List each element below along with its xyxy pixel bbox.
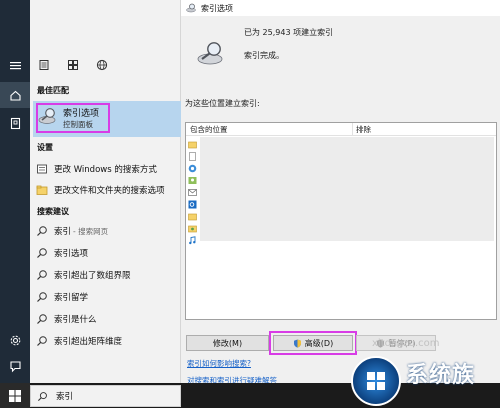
table-row[interactable]	[188, 235, 206, 246]
settings-item-folder-options[interactable]: 更改文件和文件夹的搜索选项	[36, 181, 181, 199]
indexing-options-icon	[38, 108, 56, 124]
suggestion-item[interactable]: 索引选项	[36, 244, 181, 262]
indexing-status-icon	[197, 42, 223, 65]
taskbar-search-box[interactable]	[30, 385, 181, 407]
start-button[interactable]	[0, 383, 30, 408]
search-icon	[37, 314, 47, 324]
suggestion-label: 索引是什么	[54, 315, 97, 325]
search-results-panel: 最佳匹配 索引选项 控制面板 设置 更改 Windows 的搜索方式 更改文件和…	[30, 0, 181, 383]
table-header: 包含的位置 排除	[186, 123, 496, 136]
document-icon[interactable]	[38, 59, 50, 71]
advanced-highlight-frame	[269, 331, 357, 355]
suggestion-item[interactable]: 索引超出了数组界限	[36, 266, 181, 284]
suggestion-item[interactable]: 索引 - 搜索网页	[36, 222, 181, 240]
suggestion-label: 索引超出矩阵维度	[54, 337, 123, 347]
search-suggestions-heading: 搜索建议	[37, 207, 69, 216]
search-icon	[37, 292, 47, 302]
suggestion-label: 索引选项	[54, 249, 89, 259]
browser-icon	[188, 164, 197, 173]
pictures-folder-icon	[188, 225, 197, 233]
column-divider	[352, 123, 353, 136]
modify-button-label: 修改(M)	[212, 338, 243, 348]
user-folder-icon	[188, 177, 197, 184]
hamburger-icon	[9, 61, 21, 69]
column-included[interactable]: 包含的位置	[190, 124, 228, 135]
search-icon	[37, 391, 47, 401]
suggestion-suffix: - 搜索网页	[73, 226, 109, 236]
gear-icon	[10, 335, 20, 345]
notebook-button[interactable]	[0, 110, 30, 136]
music-icon	[189, 236, 196, 245]
table-row[interactable]	[188, 223, 206, 234]
home-button[interactable]	[0, 82, 30, 108]
search-icon	[37, 226, 47, 236]
indexing-options-window: 索引选项 已为 25,943 项建立索引 索引完成。 为这些位置建立索引: 包含…	[181, 0, 500, 385]
feedback-button[interactable]	[0, 353, 30, 379]
indexing-options-icon	[186, 3, 196, 13]
folder-icon	[188, 141, 197, 149]
search-input[interactable]	[56, 391, 156, 401]
web-icon[interactable]	[96, 59, 108, 71]
indexed-count-text: 已为 25,943 项建立索引	[244, 28, 334, 37]
suggestion-item[interactable]: 索引留学	[36, 288, 181, 306]
results-filter-toolbar	[30, 52, 181, 78]
start-menu-rail	[0, 0, 30, 383]
search-icon	[37, 270, 47, 280]
watermark-url: xitongzu.com	[372, 338, 440, 349]
settings-heading: 设置	[37, 143, 53, 152]
search-icon	[37, 336, 47, 346]
best-match-title: 索引选项	[63, 109, 100, 119]
watermark-brand: 系统族	[406, 363, 476, 388]
notebook-icon	[10, 117, 20, 129]
table-row[interactable]	[188, 175, 206, 186]
table-row[interactable]	[188, 199, 206, 210]
best-match-item[interactable]: 索引选项 控制面板	[33, 101, 181, 137]
window-title: 索引选项	[201, 3, 233, 13]
settings-item-label: 更改文件和文件夹的搜索选项	[54, 186, 165, 196]
indexed-locations-table[interactable]: 包含的位置 排除	[185, 122, 497, 320]
mail-icon	[188, 189, 197, 196]
window-titlebar[interactable]: 索引选项	[181, 0, 500, 16]
apps-icon[interactable]	[67, 59, 79, 71]
table-row[interactable]	[188, 151, 206, 162]
column-exclude[interactable]: 排除	[356, 124, 371, 135]
settings-item-search-windows[interactable]: 更改 Windows 的搜索方式	[36, 160, 181, 178]
settings-list-icon	[37, 164, 47, 174]
hamburger-menu-button[interactable]	[0, 52, 30, 78]
settings-item-label: 更改 Windows 的搜索方式	[54, 165, 157, 175]
locations-list-label: 为这些位置建立索引:	[185, 99, 260, 108]
how-indexing-affects-search-link[interactable]: 索引如何影响搜索?	[187, 358, 251, 369]
best-match-subtitle: 控制面板	[63, 120, 93, 129]
feedback-icon	[9, 360, 21, 372]
modify-button[interactable]: 修改(M)	[186, 335, 269, 351]
table-row[interactable]	[188, 211, 206, 222]
document-icon	[189, 152, 196, 161]
table-body	[188, 137, 352, 317]
best-match-heading: 最佳匹配	[37, 86, 69, 95]
home-icon	[9, 90, 21, 101]
suggestion-label: 索引留学	[54, 293, 89, 303]
table-row[interactable]	[188, 187, 206, 198]
search-icon	[37, 248, 47, 258]
windows-logo-icon	[9, 389, 21, 402]
suggestion-item[interactable]: 索引超出矩阵维度	[36, 332, 181, 350]
settings-button[interactable]	[0, 327, 30, 353]
suggestion-label: 索引	[54, 227, 72, 237]
table-row[interactable]	[188, 163, 206, 174]
suggestion-label: 索引超出了数组界限	[54, 271, 131, 281]
outlook-icon	[188, 200, 197, 209]
folder-options-icon	[36, 185, 48, 195]
table-row[interactable]	[188, 139, 206, 150]
suggestion-item[interactable]: 索引是什么	[36, 310, 181, 328]
indexing-status-text: 索引完成。	[244, 51, 284, 60]
folder-icon	[188, 213, 197, 221]
